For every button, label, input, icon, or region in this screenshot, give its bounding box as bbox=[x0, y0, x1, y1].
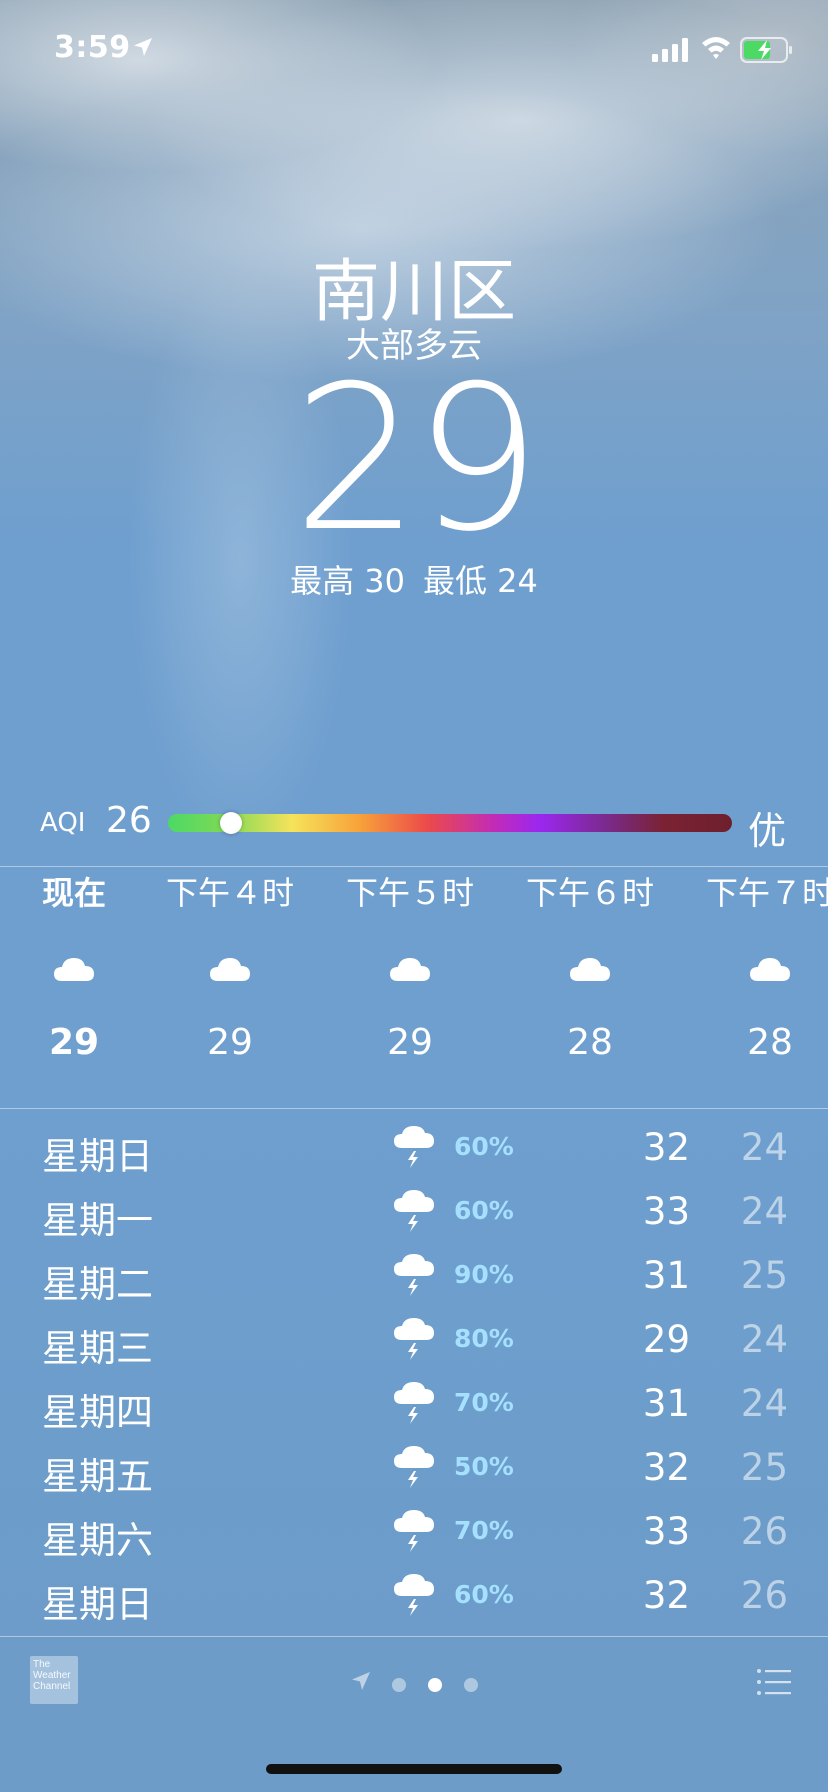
aqi-indicator bbox=[220, 812, 243, 834]
location-arrow-icon bbox=[132, 36, 154, 62]
day-low: 25 bbox=[740, 1254, 788, 1297]
aqi-row[interactable]: AQI 26 优 bbox=[0, 800, 828, 853]
precip-chance: 60% bbox=[454, 1580, 514, 1609]
thunderstorm-icon bbox=[392, 1124, 436, 1174]
day-name: 星期日 bbox=[42, 1583, 153, 1626]
page-dot[interactable] bbox=[392, 1678, 406, 1692]
daily-forecast[interactable]: 星期日 60% 32 24 星期一 60% 33 24 星期二 90% 31 25 星期三 80% 29 24… bbox=[0, 1116, 828, 1628]
day-low: 24 bbox=[740, 1318, 788, 1361]
day-low: 24 bbox=[740, 1190, 788, 1233]
daily-row: 星期五 50% 32 25 bbox=[0, 1436, 828, 1500]
day-high: 32 bbox=[642, 1446, 690, 1489]
day-name: 星期日 bbox=[42, 1135, 153, 1178]
hour-column: 现在 29 bbox=[0, 868, 154, 1063]
low-temperature: 最低 24 bbox=[423, 562, 538, 600]
page-dot[interactable] bbox=[428, 1678, 442, 1692]
daily-row: 星期四 70% 31 24 bbox=[0, 1372, 828, 1436]
wifi-icon bbox=[700, 34, 732, 64]
hour-label: 下午４时 bbox=[165, 874, 294, 912]
home-indicator[interactable] bbox=[266, 1764, 562, 1774]
hour-label: 下午７时 bbox=[705, 874, 828, 912]
day-high: 33 bbox=[642, 1510, 690, 1553]
day-low: 24 bbox=[740, 1126, 788, 1169]
hour-temperature: 28 bbox=[747, 1022, 793, 1063]
day-high: 33 bbox=[642, 1190, 690, 1233]
day-high: 32 bbox=[642, 1574, 690, 1617]
cloud-icon bbox=[510, 928, 670, 1008]
cloud-icon bbox=[330, 928, 490, 1008]
status-time: 3:59 bbox=[54, 30, 131, 65]
day-low: 26 bbox=[740, 1574, 788, 1617]
status-bar: 3:59 bbox=[0, 0, 828, 100]
divider-top bbox=[0, 866, 828, 867]
cloud-icon bbox=[690, 928, 828, 1008]
divider-middle bbox=[0, 1108, 828, 1109]
day-low: 26 bbox=[740, 1510, 788, 1553]
signal-icon bbox=[652, 38, 692, 66]
cloud-icon bbox=[0, 928, 154, 1008]
aqi-label: AQI bbox=[40, 808, 86, 838]
day-high: 31 bbox=[642, 1254, 690, 1297]
daily-row: 星期六 70% 33 26 bbox=[0, 1500, 828, 1564]
daily-row: 星期三 80% 29 24 bbox=[0, 1308, 828, 1372]
daily-row: 星期日 60% 32 26 bbox=[0, 1564, 828, 1628]
hour-temperature: 29 bbox=[207, 1022, 253, 1063]
hourly-forecast[interactable]: 现在 29 下午４时 29 下午５时 29 下午６时 28 下午７时 28 bbox=[0, 868, 828, 1098]
footer-toolbar: The Weather Channel bbox=[0, 1636, 828, 1756]
thunderstorm-icon bbox=[392, 1188, 436, 1238]
hour-column: 下午４时 29 bbox=[150, 868, 310, 1063]
day-low: 25 bbox=[740, 1446, 788, 1489]
daily-row: 星期二 90% 31 25 bbox=[0, 1244, 828, 1308]
day-name: 星期四 bbox=[42, 1391, 153, 1434]
daily-row: 星期日 60% 32 24 bbox=[0, 1116, 828, 1180]
day-name: 星期三 bbox=[42, 1327, 153, 1370]
day-low: 24 bbox=[740, 1382, 788, 1425]
day-high: 29 bbox=[642, 1318, 690, 1361]
hour-column: 下午６时 28 bbox=[510, 868, 670, 1063]
thunderstorm-icon bbox=[392, 1444, 436, 1494]
day-name: 星期一 bbox=[42, 1199, 153, 1242]
hour-label: 下午６时 bbox=[525, 874, 654, 912]
list-icon[interactable] bbox=[756, 1668, 792, 1700]
precip-chance: 60% bbox=[454, 1132, 514, 1161]
daily-row: 星期一 60% 33 24 bbox=[0, 1180, 828, 1244]
precip-chance: 80% bbox=[454, 1324, 514, 1353]
hour-label: 现在 bbox=[41, 874, 106, 912]
location-arrow-icon bbox=[350, 1670, 372, 1696]
day-high: 32 bbox=[642, 1126, 690, 1169]
thunderstorm-icon bbox=[392, 1380, 436, 1430]
page-dot[interactable] bbox=[464, 1678, 478, 1692]
precip-chance: 70% bbox=[454, 1516, 514, 1545]
precip-chance: 50% bbox=[454, 1452, 514, 1481]
day-name: 星期六 bbox=[42, 1519, 153, 1562]
day-name: 星期五 bbox=[42, 1455, 153, 1498]
precip-chance: 60% bbox=[454, 1196, 514, 1225]
precip-chance: 70% bbox=[454, 1388, 514, 1417]
day-high: 31 bbox=[642, 1382, 690, 1425]
thunderstorm-icon bbox=[392, 1252, 436, 1302]
day-name: 星期二 bbox=[42, 1263, 153, 1306]
high-low: 最高 30 最低 24 bbox=[0, 556, 828, 602]
aqi-value: 26 bbox=[106, 800, 152, 841]
aqi-level: 优 bbox=[748, 809, 787, 853]
high-temperature: 最高 30 bbox=[290, 562, 405, 600]
cloud-icon bbox=[150, 928, 310, 1008]
hour-label: 下午５时 bbox=[345, 874, 474, 912]
thunderstorm-icon bbox=[392, 1572, 436, 1622]
hour-column: 下午５时 29 bbox=[330, 868, 490, 1063]
hour-column: 下午７时 28 bbox=[690, 868, 828, 1063]
thunderstorm-icon bbox=[392, 1316, 436, 1366]
hour-temperature: 29 bbox=[387, 1022, 433, 1063]
hour-temperature: 28 bbox=[567, 1022, 613, 1063]
weather-channel-logo[interactable]: The Weather Channel bbox=[30, 1656, 78, 1704]
hour-temperature: 29 bbox=[48, 1022, 100, 1063]
thunderstorm-icon bbox=[392, 1508, 436, 1558]
current-temperature: 29 bbox=[292, 343, 542, 576]
battery-charging-icon bbox=[740, 36, 794, 68]
aqi-scale-bar bbox=[168, 812, 732, 834]
precip-chance: 90% bbox=[454, 1260, 514, 1289]
